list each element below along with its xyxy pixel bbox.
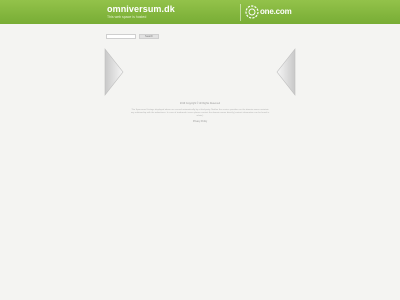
header-divider [240, 4, 241, 21]
search-button[interactable]: Search [139, 34, 159, 39]
search-area: Search [106, 34, 162, 39]
disclaimer-text: The Sponsored Listings displayed above a… [130, 109, 270, 117]
site-subtitle: This web space is hosted [107, 15, 147, 19]
copyright-text: 2019 Copyright © All Rights Reserved [179, 102, 221, 105]
chevron-left-icon[interactable] [104, 48, 124, 96]
brand-logo[interactable]: one.com [245, 5, 305, 19]
site-title[interactable]: omniversum.dk [107, 4, 175, 14]
search-input[interactable] [106, 34, 136, 39]
header-bar: omniversum.dk This web space is hosted o… [0, 0, 400, 24]
brand-name: one.com [260, 7, 292, 16]
privacy-policy-link[interactable]: Privacy Policy [130, 121, 270, 123]
one-com-logo-icon [245, 5, 259, 19]
chevron-right-icon[interactable] [276, 48, 296, 96]
